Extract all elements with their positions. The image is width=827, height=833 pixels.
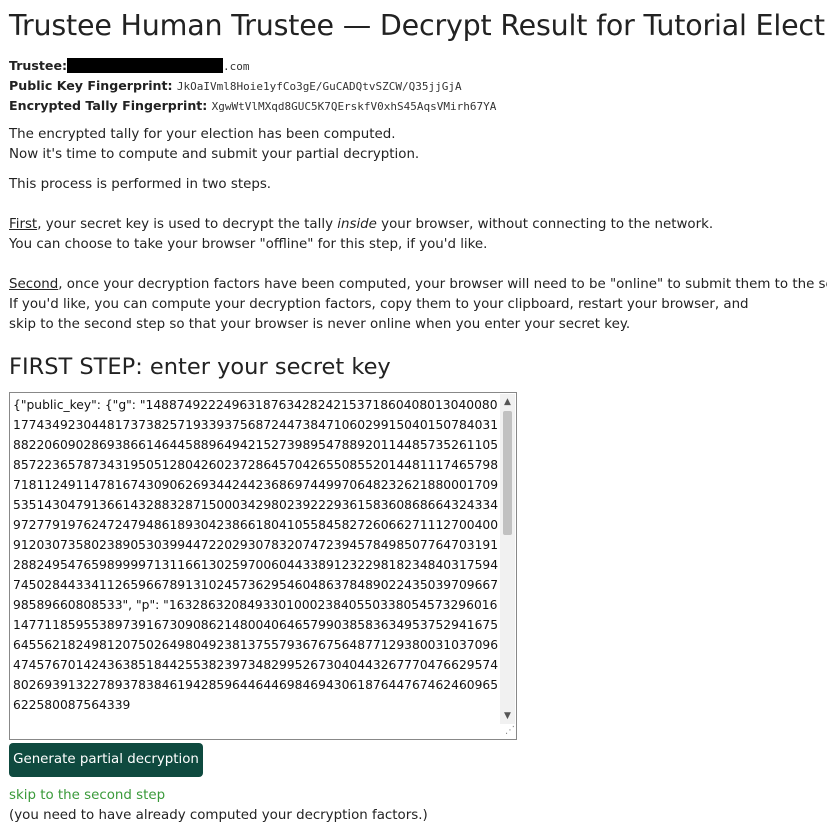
second-word: Second [9,277,59,292]
first-word: First [9,217,38,232]
second-text-a: , once your decryption factors have been… [58,277,827,292]
first-step-offline-note: You can choose to take your browser "off… [9,237,488,252]
skip-to-second-step-link[interactable]: skip to the second step [9,788,165,803]
scrollbar-thumb[interactable] [503,411,512,535]
textarea-scrollbar[interactable]: ▲ ▼ [500,394,515,724]
generate-partial-decryption-button[interactable]: Generate partial decryption [9,743,203,777]
intro-line-2: Now it's time to compute and submit your… [9,147,420,162]
public-key-row: Public Key Fingerprint: JkOaIVml8Hoie1yf… [9,76,496,96]
tally-label: Encrypted Tally Fingerprint: [9,98,208,113]
page-title: Trustee Human Trustee — Decrypt Result f… [9,9,827,42]
trustee-email-suffix: .com [223,60,250,73]
trustee-info: Trustee: .com Public Key Fingerprint: JkO… [9,56,496,116]
second-step-description: Second, once your decryption factors hav… [9,275,827,295]
secret-key-content[interactable]: {"public_key": {"g": "148874922249631876… [13,395,501,735]
first-step-heading: FIRST STEP: enter your secret key [9,354,391,380]
trustee-label: Trustee: [9,58,68,73]
tally-row: Encrypted Tally Fingerprint: XgwWtVlMXqd… [9,96,496,116]
trustee-row: Trustee: .com [9,56,496,76]
second-step-line-3: skip to the second step so that your bro… [9,317,631,332]
resize-grip-icon[interactable]: ⋰ [501,724,515,738]
public-key-label: Public Key Fingerprint: [9,78,173,93]
first-step-description: First, your secret key is used to decryp… [9,215,713,235]
skip-note: (you need to have already computed your … [9,808,428,823]
secret-key-textarea[interactable]: {"public_key": {"g": "148874922249631876… [9,392,517,740]
intro-line-1: The encrypted tally for your election ha… [9,127,396,142]
scroll-up-icon[interactable]: ▲ [500,394,515,410]
tally-fingerprint: XgwWtVlMXqd8GUC5K7QErskfV0xhS45AqsVMirh6… [211,100,497,113]
scroll-down-icon[interactable]: ▼ [500,708,515,724]
second-step-line-2: If you'd like, you can compute your decr… [9,297,749,312]
intro-line-3: This process is performed in two steps. [9,177,272,192]
redacted-email [67,58,224,73]
first-text-a: , your secret key is used to decrypt the… [37,217,338,232]
public-key-fingerprint: JkOaIVml8Hoie1yfCo3gE/GuCADQtvSZCW/Q35jj… [176,80,462,93]
inside-word: inside [337,217,377,232]
first-text-b: your browser, without connecting to the … [376,217,714,232]
